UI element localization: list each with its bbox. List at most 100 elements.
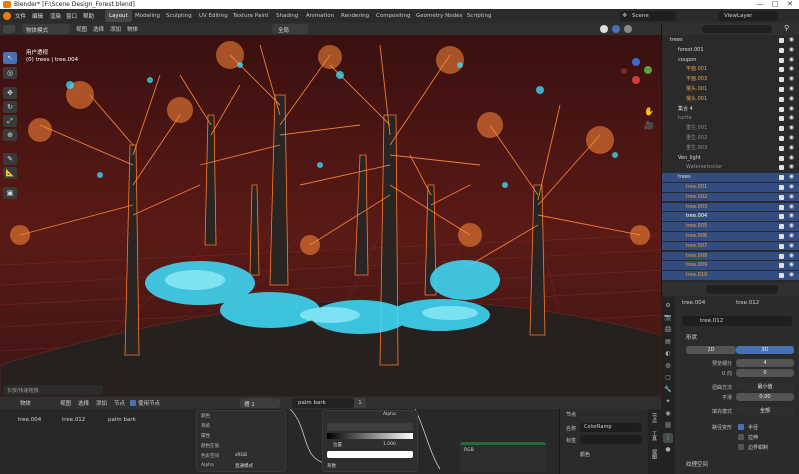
output-tab-icon[interactable]: 🖨 [663, 325, 673, 335]
fill-mode-select[interactable]: 全部 [736, 407, 794, 415]
shape-panel-title[interactable]: 形状 [686, 333, 697, 341]
outliner[interactable]: ⚲ trees ◉ forest.001 ◉ coupon ◉ 平面.001 ◉ 平面.003 ◉… [661, 23, 799, 283]
mode-selector[interactable]: 物体模式 [22, 24, 70, 34]
visibility-eye-icon[interactable]: ◉ [789, 212, 794, 221]
visibility-eye-icon[interactable]: ◉ [789, 134, 794, 143]
menu-help[interactable]: 帮助 [83, 12, 94, 20]
exclude-checkbox[interactable] [779, 263, 784, 269]
menu-object[interactable]: 物体 [127, 25, 138, 33]
exclude-checkbox[interactable] [779, 194, 784, 200]
outliner-row[interactable]: 猴头.001 ◉ [662, 95, 799, 104]
measure-tool-icon[interactable]: 📐 [3, 167, 17, 179]
color-ramp-node[interactable]: Alpha 位置 1.000 系数 [322, 410, 418, 472]
menu-node[interactable]: 节点 [114, 399, 125, 407]
outliner-row[interactable]: tree.005 ◉ [662, 222, 799, 231]
scene-selector[interactable]: ❖ Scene [620, 11, 676, 21]
render-tab-icon[interactable]: 📷 [663, 313, 673, 323]
visibility-eye-icon[interactable]: ◉ [789, 65, 794, 74]
visibility-eye-icon[interactable]: ◉ [789, 75, 794, 84]
exclude-checkbox[interactable] [779, 204, 784, 210]
visibility-eye-icon[interactable]: ◉ [789, 252, 794, 261]
exclude-checkbox[interactable] [779, 253, 784, 259]
outliner-row[interactable]: trees ◉ [662, 173, 799, 182]
visibility-eye-icon[interactable]: ◉ [789, 124, 794, 133]
visibility-eye-icon[interactable]: ◉ [789, 222, 794, 231]
shading-material-icon[interactable] [612, 25, 620, 33]
bounds-clamp-checkbox[interactable] [738, 444, 744, 450]
node-label-field[interactable] [580, 435, 642, 444]
menu-view[interactable]: 视图 [76, 25, 87, 33]
material-tab-icon[interactable]: ● [663, 445, 673, 455]
exclude-checkbox[interactable] [779, 136, 784, 141]
texture-space-panel[interactable]: 纹理空间 [686, 460, 708, 468]
exclude-checkbox[interactable] [779, 273, 784, 279]
3d-viewport[interactable]: 用户透视 (0) trees | tree.004 ↖ ◎ ✥ ↻ ⤢ ⊕ ✎ … [0, 35, 661, 397]
use-nodes-checkbox[interactable] [130, 400, 136, 406]
transform-orientation[interactable]: 全局 [272, 24, 308, 34]
preview-res-field[interactable]: 4 [736, 359, 794, 367]
mesh-datablock[interactable]: tree.012 [682, 316, 792, 326]
editor-type-icon[interactable] [3, 25, 15, 33]
outliner-row[interactable]: turtle ◉ [662, 114, 799, 123]
visibility-eye-icon[interactable]: ◉ [789, 203, 794, 212]
ramp-color-swatch[interactable] [327, 451, 413, 458]
side-tab-view[interactable]: 视图 [651, 449, 658, 459]
radius-checkbox[interactable] [738, 424, 744, 430]
tool-tab-icon[interactable]: ⚙ [663, 301, 673, 311]
exclude-checkbox[interactable] [779, 234, 784, 239]
tab-scripting[interactable]: Scripting [463, 10, 495, 22]
outliner-search[interactable] [702, 25, 772, 33]
exclude-checkbox[interactable] [779, 57, 784, 63]
tab-geometry-nodes[interactable]: Geometry Nodes [412, 10, 466, 22]
visibility-eye-icon[interactable]: ◉ [789, 85, 794, 94]
properties-editor[interactable]: tree.004 tree.012 tree.012 形状 2D 3D 预览细分… [661, 283, 799, 474]
visibility-eye-icon[interactable]: ◉ [789, 163, 794, 172]
exclude-checkbox[interactable] [779, 165, 784, 171]
tab-layout[interactable]: Layout [105, 10, 132, 22]
visibility-eye-icon[interactable]: ◉ [789, 271, 794, 280]
outliner-row[interactable]: tree.004 ◉ [662, 212, 799, 221]
cursor-tool-icon[interactable]: ◎ [3, 67, 17, 79]
menu-node-select[interactable]: 选择 [78, 399, 89, 407]
side-tab-node[interactable]: 节点 [651, 413, 658, 423]
exclude-checkbox[interactable] [779, 175, 784, 181]
maximize-button[interactable]: □ [768, 0, 782, 9]
smooth-field[interactable]: 0.00 [736, 393, 794, 401]
exclude-checkbox[interactable] [779, 38, 784, 43]
visibility-eye-icon[interactable]: ◉ [789, 173, 794, 182]
menu-select[interactable]: 选择 [93, 25, 104, 33]
transform-tool-icon[interactable]: ⊕ [3, 129, 17, 141]
exclude-checkbox[interactable] [779, 155, 784, 161]
visibility-eye-icon[interactable]: ◉ [789, 56, 794, 65]
particles-tab-icon[interactable]: ✦ [663, 397, 673, 407]
move-tool-icon[interactable]: ✥ [3, 87, 17, 99]
menu-render[interactable]: 渲染 [50, 12, 61, 20]
material-selector[interactable]: palm bark [292, 398, 354, 408]
outliner-row[interactable]: 集合 4 ◉ [662, 105, 799, 114]
minimize-button[interactable]: — [753, 0, 767, 9]
menu-node-add[interactable]: 添加 [96, 399, 107, 407]
select-tool-icon[interactable]: ↖ [3, 52, 17, 64]
constraints-tab-icon[interactable]: ⛓ [663, 421, 673, 431]
modifier-tab-icon[interactable]: 🔧 [663, 385, 673, 395]
exclude-checkbox[interactable] [779, 106, 784, 112]
exclude-checkbox[interactable] [779, 47, 784, 53]
visibility-eye-icon[interactable]: ◉ [789, 183, 794, 192]
camera-view-icon[interactable]: 🎥 [644, 121, 654, 130]
menu-add[interactable]: 添加 [110, 25, 121, 33]
outliner-row[interactable]: tree.002 ◉ [662, 192, 799, 202]
object-tab-icon[interactable]: ▢ [663, 373, 673, 383]
outliner-row[interactable]: trees ◉ [662, 36, 799, 45]
exclude-checkbox[interactable] [779, 67, 784, 73]
node-colorspace-value[interactable]: sRGB [235, 453, 247, 458]
filter-icon[interactable]: ⚲ [784, 24, 789, 32]
outliner-row[interactable]: forest.001 ◉ [662, 46, 799, 55]
outliner-row[interactable]: 平面.001 ◉ [662, 65, 799, 74]
ramp-controls[interactable] [327, 423, 413, 431]
scale-tool-icon[interactable]: ⤢ [3, 115, 17, 127]
visibility-eye-icon[interactable]: ◉ [789, 232, 794, 241]
visibility-eye-icon[interactable]: ◉ [789, 95, 794, 104]
visibility-eye-icon[interactable]: ◉ [789, 114, 794, 123]
outliner-row[interactable]: 重生.003 ◉ [662, 144, 799, 153]
ramp-pos-value[interactable]: 1.000 [383, 442, 396, 447]
